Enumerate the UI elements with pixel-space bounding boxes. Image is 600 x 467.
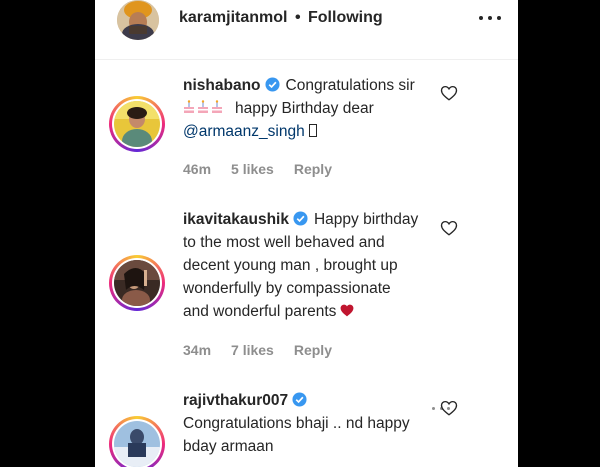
comment-body: Congratulations bhaji .. nd happy <box>183 415 410 432</box>
like-heart-icon[interactable] <box>440 399 458 417</box>
comment-username[interactable]: nishabano <box>183 77 261 94</box>
separator: • <box>294 9 301 26</box>
comment-body-2: happy Birthday dear <box>235 100 374 117</box>
cake-icons <box>183 97 235 120</box>
like-heart-icon[interactable] <box>440 84 458 102</box>
comment-body: Happy birthday <box>313 211 419 228</box>
likes-count[interactable]: 7 likes <box>231 342 274 358</box>
comment-text: nishabano Congratulations sir happy Birth… <box>183 74 455 143</box>
like-heart-icon[interactable] <box>440 219 458 237</box>
more-horizontal-icon[interactable] <box>479 8 501 28</box>
verified-badge-icon <box>264 77 280 92</box>
comment-body-line: to the most well behaved and <box>183 234 385 251</box>
verified-badge-icon <box>293 211 308 226</box>
comments-panel: karamjitanmol • Following nishabano Cong… <box>95 0 518 467</box>
verified-badge-icon <box>292 392 307 407</box>
missing-glyph-icon <box>308 124 317 137</box>
comment-body-line: decent young man , brought up <box>183 257 398 274</box>
post-header: karamjitanmol • Following <box>95 0 518 60</box>
red-heart-emoji-icon <box>340 304 354 317</box>
comment-body-line: wonderfully by compassionate <box>183 280 391 297</box>
comment-body-line: and wonderful parents <box>183 303 337 320</box>
likes-count[interactable]: 5 likes <box>231 161 274 177</box>
comment-text: rajivthakur007 Congratulations bhaji .. … <box>183 389 455 458</box>
avatar[interactable] <box>109 255 165 311</box>
birthday-cake-icon <box>184 100 194 113</box>
comment-text: ikavitakaushik Happy birthday to the most… <box>183 208 455 323</box>
birthday-cake-icon <box>212 100 222 113</box>
comment-meta: 46m 5 likes Reply <box>183 161 352 177</box>
header-username[interactable]: karamjitanmol <box>179 9 287 26</box>
following-button[interactable]: Following <box>308 9 383 26</box>
comment-body: Congratulations sir <box>285 77 415 94</box>
comment-body-line: bday armaan <box>183 438 274 455</box>
comment-username[interactable]: ikavitakaushik <box>183 211 289 228</box>
avatar[interactable] <box>109 96 165 152</box>
reply-button[interactable]: Reply <box>294 161 332 177</box>
avatar[interactable] <box>117 0 159 40</box>
comment-time: 34m <box>183 342 212 358</box>
comment-meta: 34m 7 likes Reply <box>183 342 352 358</box>
comment-time: 46m <box>183 161 212 177</box>
birthday-cake-icon <box>198 100 208 113</box>
header-user: karamjitanmol • Following <box>179 9 383 27</box>
avatar[interactable] <box>109 416 165 467</box>
reply-button[interactable]: Reply <box>294 342 332 358</box>
comment-username[interactable]: rajivthakur007 <box>183 392 288 409</box>
mention-link[interactable]: @armaanz_singh <box>183 123 305 140</box>
